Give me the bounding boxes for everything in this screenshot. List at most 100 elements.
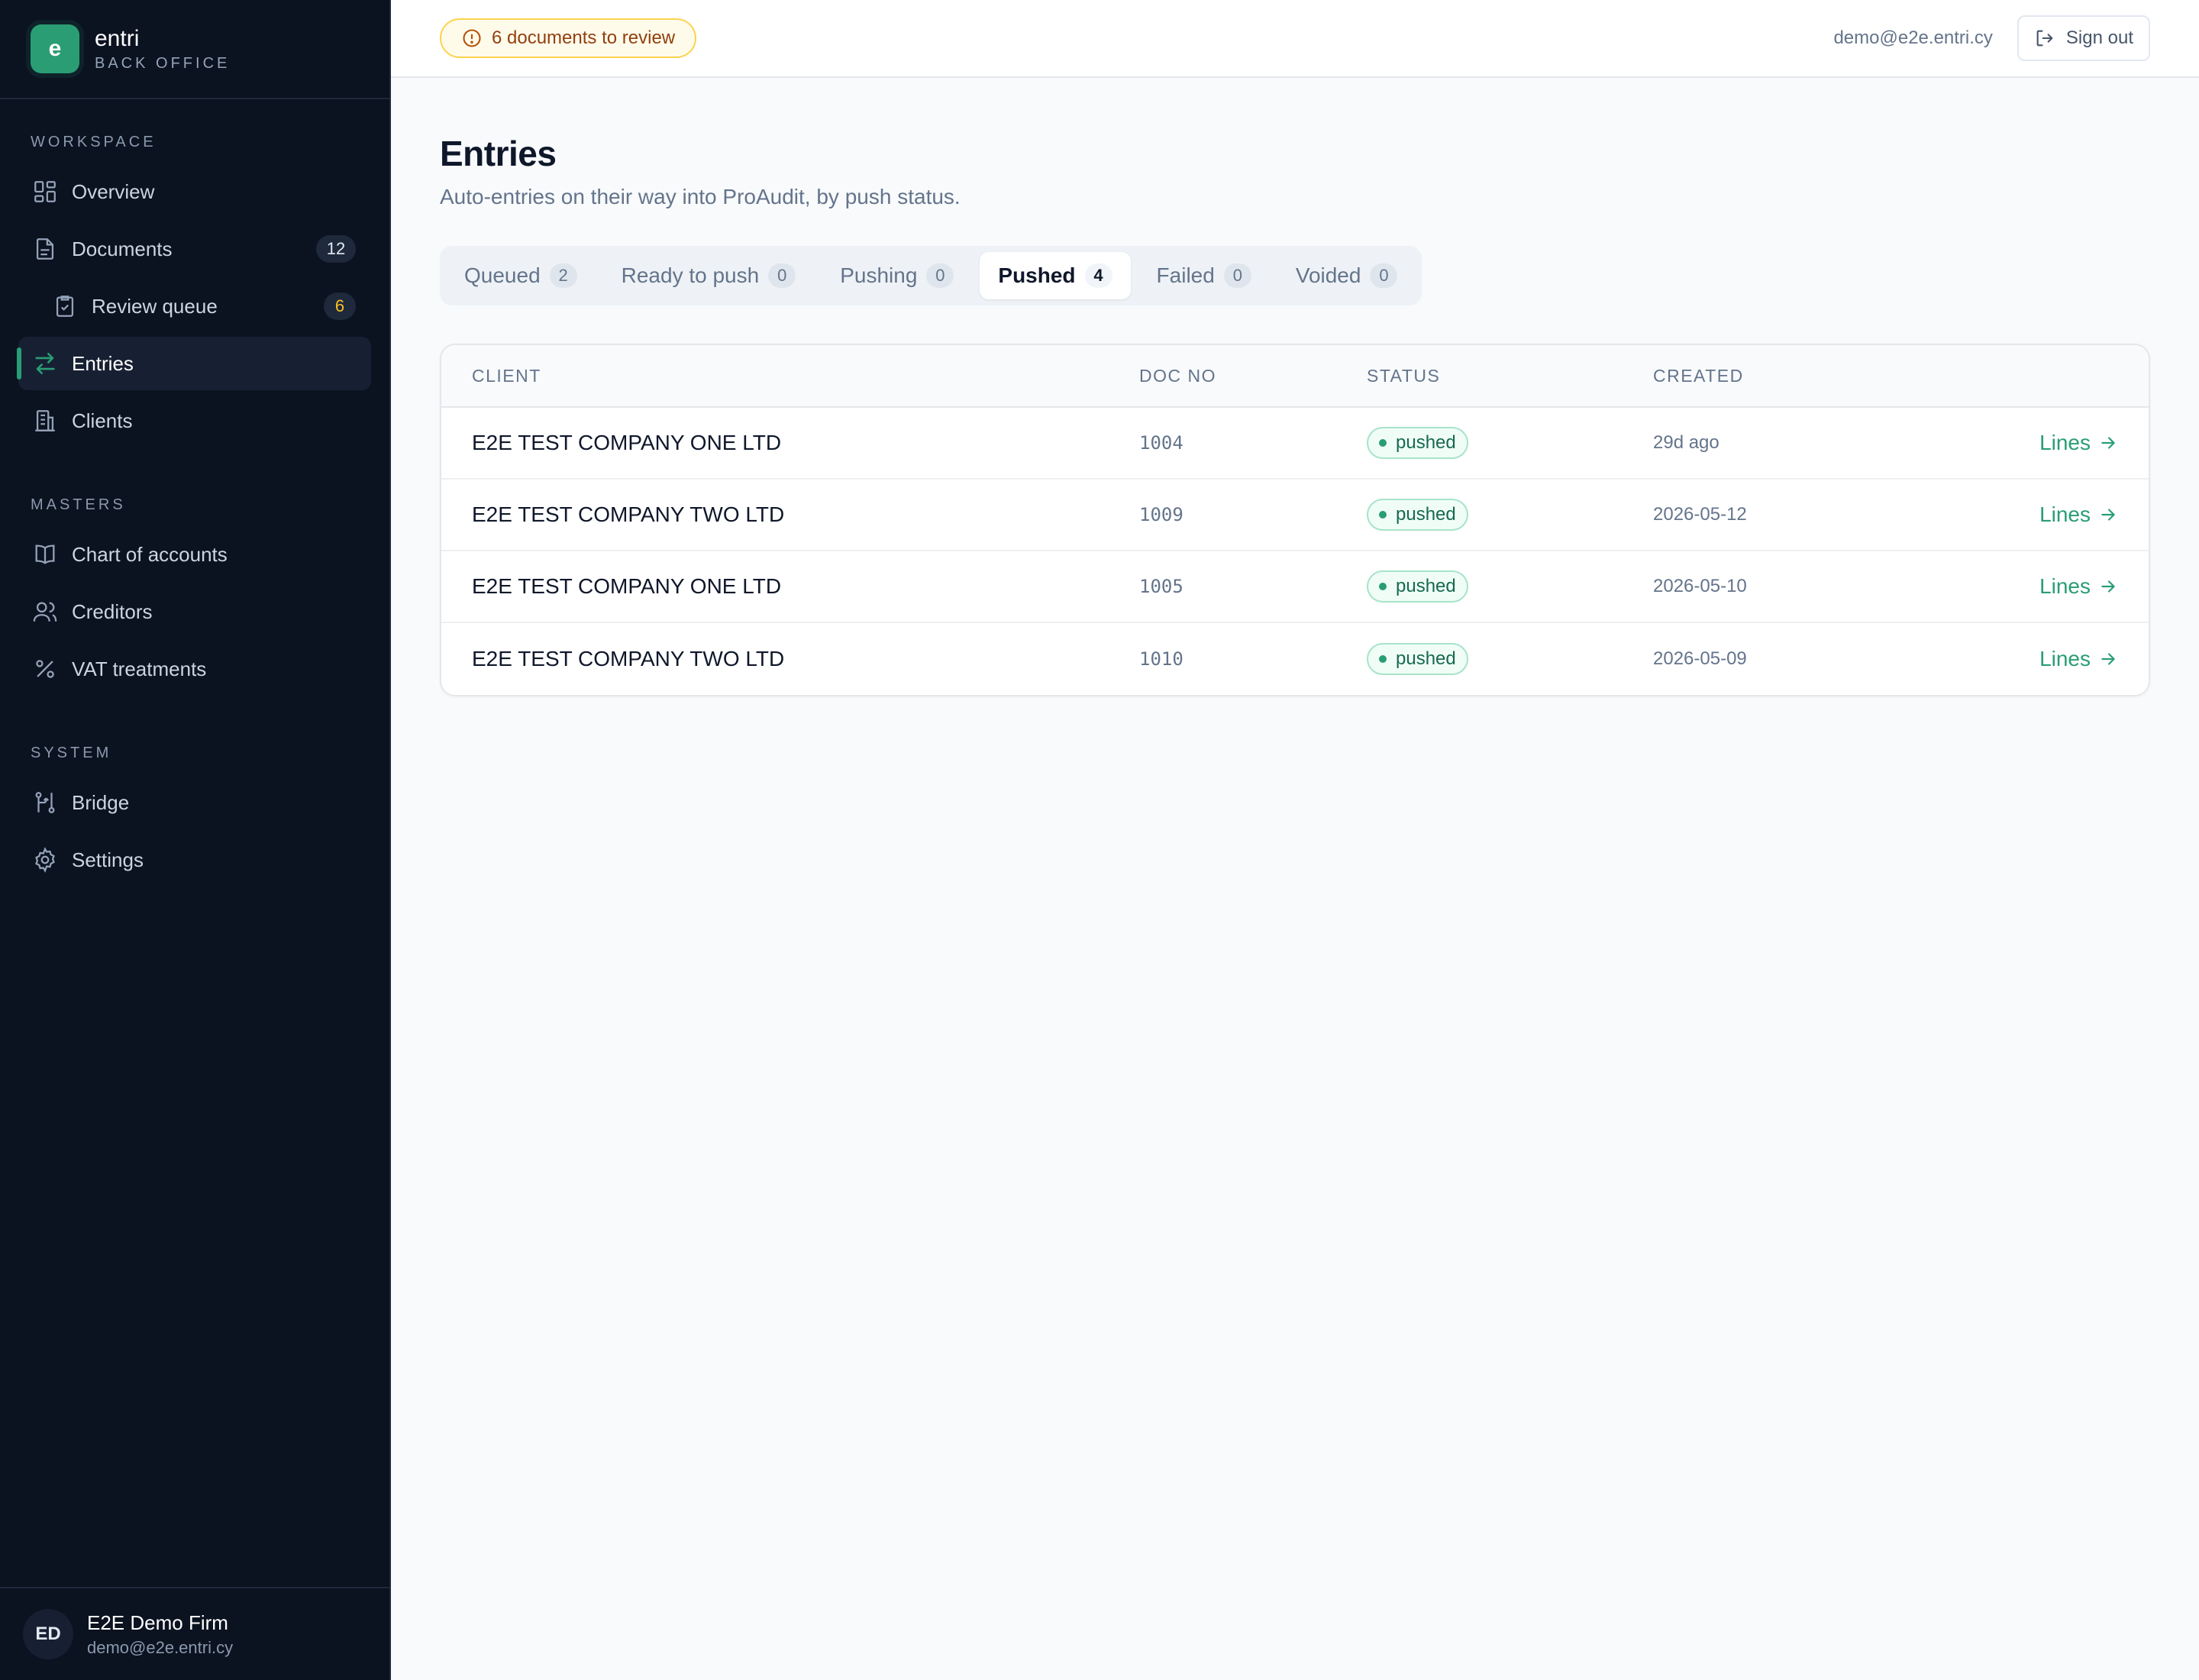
tab-failed[interactable]: Failed 0: [1138, 252, 1270, 299]
sidebar-item-entries[interactable]: Entries: [17, 337, 371, 390]
sidebar-item-clients[interactable]: Clients: [18, 394, 371, 447]
review-queue-count-badge: 6: [324, 292, 356, 320]
status-text: pushed: [1396, 432, 1456, 453]
lines-link[interactable]: Lines: [2039, 431, 2118, 455]
client-name: E2E TEST COMPANY TWO LTD: [472, 502, 785, 526]
lines-link-label: Lines: [2039, 431, 2091, 454]
sidebar-footer[interactable]: ED E2E Demo Firm demo@e2e.entri.cy: [0, 1587, 389, 1680]
review-alert-pill[interactable]: 6 documents to review: [440, 18, 697, 58]
lines-link-label: Lines: [2039, 574, 2091, 598]
nav-workspace: WORKSPACE Overview Documents 12 Review q…: [0, 128, 389, 451]
clipboard-check-icon: [52, 293, 78, 319]
sidebar-item-vat-treatments[interactable]: VAT treatments: [18, 642, 371, 696]
alert-circle-icon: [463, 29, 481, 47]
tab-pushing[interactable]: Pushing 0: [822, 252, 972, 299]
sidebar-item-label: Documents: [72, 237, 173, 260]
status-cell: pushed: [1367, 499, 1653, 531]
tab-count: 0: [1370, 263, 1398, 288]
table-row[interactable]: E2E TEST COMPANY ONE LTD 1004 pushed 29d…: [441, 408, 2149, 480]
tab-label: Ready to push: [621, 263, 760, 287]
sidebar-item-label: Entries: [72, 351, 134, 375]
arrow-right-icon: [2101, 509, 2115, 521]
tab-count: 0: [768, 263, 796, 288]
table-header: CLIENT DOC NO STATUS CREATED: [441, 345, 2149, 408]
tab-queued[interactable]: Queued 2: [446, 252, 596, 299]
sidebar-item-label: Review queue: [92, 294, 218, 318]
avatar: ED: [23, 1609, 73, 1659]
main-area: 6 documents to review demo@e2e.entri.cy …: [391, 0, 2199, 1680]
lines-link[interactable]: Lines: [2039, 574, 2118, 599]
status-badge: pushed: [1367, 570, 1468, 603]
status-text: pushed: [1396, 648, 1456, 669]
section-label-workspace: WORKSPACE: [31, 134, 157, 150]
bridge-icon: [32, 790, 58, 816]
sidebar-item-label: Creditors: [72, 599, 153, 623]
status-text: pushed: [1396, 576, 1456, 596]
created-date: 2026-05-09: [1653, 648, 1747, 669]
tab-count: 0: [1223, 263, 1251, 288]
sidebar-item-creditors[interactable]: Creditors: [18, 585, 371, 638]
table-row[interactable]: E2E TEST COMPANY TWO LTD 1009 pushed 202…: [441, 480, 2149, 551]
status-dot: [1379, 511, 1387, 519]
sidebar-item-chart-of-accounts[interactable]: Chart of accounts: [18, 528, 371, 581]
tab-pushed[interactable]: Pushed 4: [980, 252, 1131, 299]
status-badge: pushed: [1367, 427, 1468, 459]
nav-system: SYSTEM Bridge Settings: [0, 739, 389, 890]
sidebar-item-label: Overview: [72, 179, 155, 203]
arrow-right-icon: [2101, 437, 2115, 449]
action-cell: Lines: [2011, 431, 2118, 455]
doc-number: 1010: [1139, 648, 1183, 670]
firm-info: E2E Demo Firm demo@e2e.entri.cy: [87, 1611, 233, 1658]
tab-ready-to-push[interactable]: Ready to push 0: [603, 252, 815, 299]
status-dot: [1379, 439, 1387, 447]
lines-link-label: Lines: [2039, 647, 2091, 670]
brand-text: entri BACK OFFICE: [95, 26, 230, 73]
table-row[interactable]: E2E TEST COMPANY ONE LTD 1005 pushed 202…: [441, 551, 2149, 623]
book-icon: [32, 541, 58, 567]
column-header-created[interactable]: CREATED: [1653, 366, 2011, 386]
page-subtitle: Auto-entries on their way into ProAudit,…: [440, 185, 961, 208]
status-text: pushed: [1396, 504, 1456, 525]
users-icon: [32, 599, 58, 625]
sidebar-item-documents[interactable]: Documents 12: [18, 222, 371, 276]
tab-label: Voided: [1295, 263, 1361, 287]
status-tabs: Queued 2 Ready to push 0 Pushing 0 Pushe…: [440, 246, 1422, 305]
status-cell: pushed: [1367, 427, 1653, 459]
topbar: 6 documents to review demo@e2e.entri.cy …: [391, 0, 2199, 78]
brand-subtitle: BACK OFFICE: [95, 54, 231, 72]
column-header-client[interactable]: CLIENT: [472, 366, 1139, 386]
percent-icon: [32, 656, 58, 682]
tab-label: Failed: [1156, 263, 1215, 287]
lines-link[interactable]: Lines: [2039, 502, 2118, 527]
entries-table: CLIENT DOC NO STATUS CREATED E2E TEST CO…: [440, 344, 2150, 696]
tab-voided[interactable]: Voided 0: [1277, 252, 1416, 299]
sidebar-item-label: Bridge: [72, 790, 130, 814]
review-alert-text: 6 documents to review: [492, 27, 676, 48]
tab-label: Queued: [464, 263, 541, 287]
sidebar-item-bridge[interactable]: Bridge: [18, 776, 371, 829]
sidebar-item-settings[interactable]: Settings: [18, 833, 371, 887]
gear-icon: [32, 847, 58, 873]
grid-icon: [32, 179, 58, 205]
document-icon: [32, 236, 58, 262]
lines-link[interactable]: Lines: [2039, 647, 2118, 671]
doc-number: 1005: [1139, 576, 1183, 597]
section-label-masters: MASTERS: [31, 496, 126, 513]
status-cell: pushed: [1367, 570, 1653, 603]
doc-number: 1009: [1139, 504, 1183, 525]
brand-name: entri: [95, 25, 140, 51]
column-header-status[interactable]: STATUS: [1367, 366, 1653, 386]
sidebar-item-overview[interactable]: Overview: [18, 165, 371, 218]
sign-out-button[interactable]: Sign out: [2017, 15, 2150, 61]
status-dot: [1379, 583, 1387, 590]
brand[interactable]: e entri BACK OFFICE: [0, 0, 389, 99]
status-badge: pushed: [1367, 643, 1468, 675]
created-date: 2026-05-12: [1653, 504, 1747, 525]
table-row[interactable]: E2E TEST COMPANY TWO LTD 1010 pushed 202…: [441, 623, 2149, 695]
firm-name: E2E Demo Firm: [87, 1611, 228, 1634]
column-header-doc-no[interactable]: DOC NO: [1139, 366, 1367, 386]
action-cell: Lines: [2011, 502, 2118, 527]
sidebar-item-review-queue[interactable]: Review queue 6: [18, 279, 371, 333]
client-name: E2E TEST COMPANY ONE LTD: [472, 431, 782, 454]
client-name: E2E TEST COMPANY TWO LTD: [472, 647, 785, 670]
